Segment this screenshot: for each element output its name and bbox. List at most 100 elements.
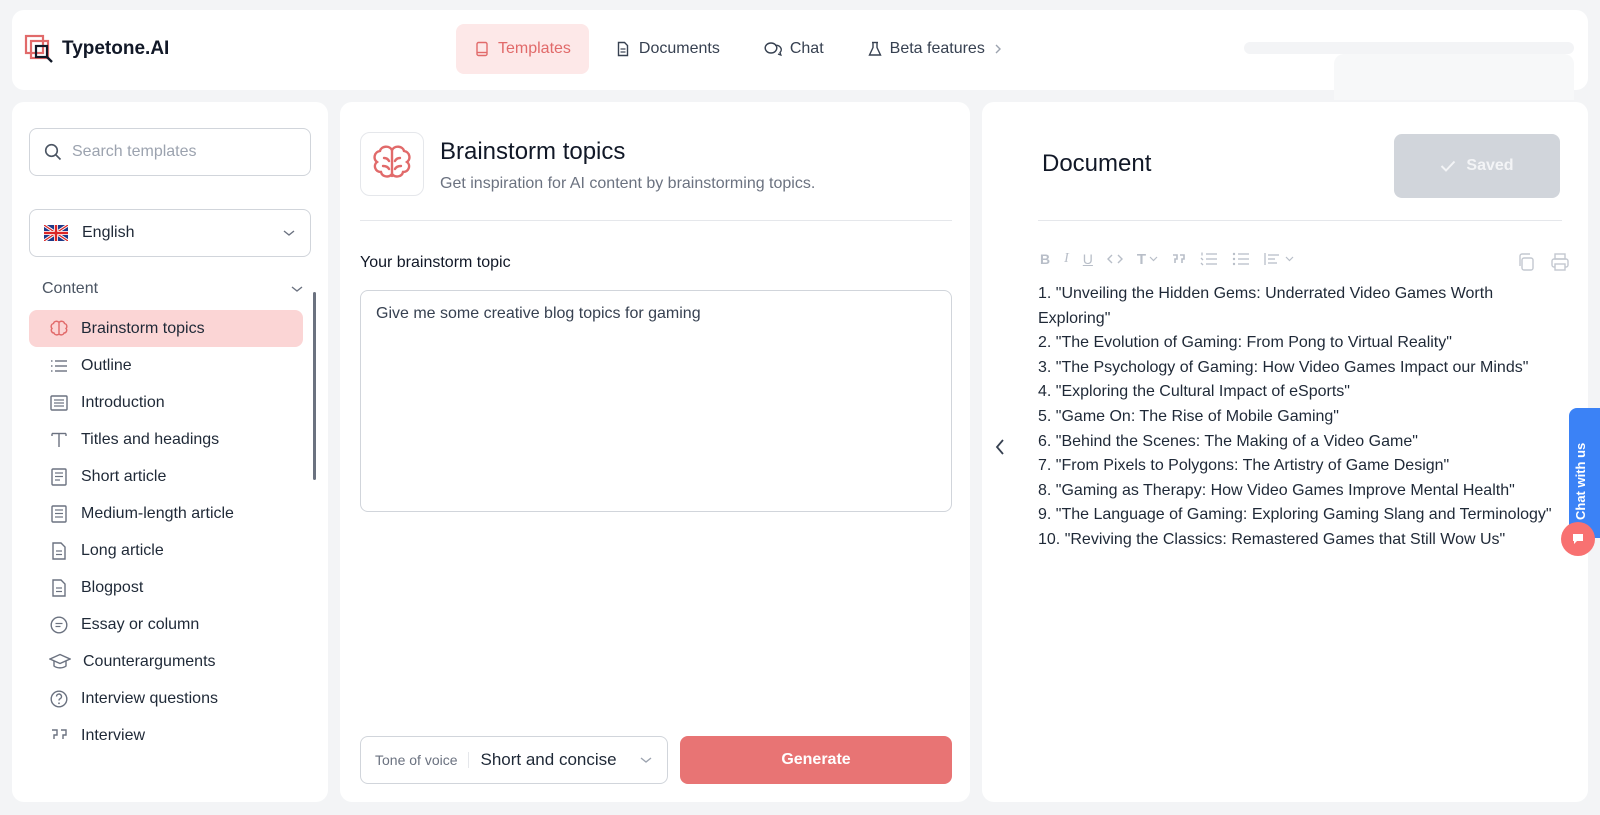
align-icon[interactable]	[1264, 248, 1294, 270]
template-title: Brainstorm topics	[440, 138, 626, 165]
file-icon	[52, 578, 66, 597]
document-line: 7. "From Pixels to Polygons: The Artistr…	[1038, 457, 1450, 475]
chat-with-us-label: Chat with us	[1573, 442, 1588, 520]
book-icon	[476, 41, 488, 57]
sidebar-item-label: Titles and headings	[81, 430, 220, 448]
sidebar-item-label: Counterarguments	[83, 652, 216, 670]
chat-with-us-tab[interactable]: Chat with us	[1569, 408, 1600, 538]
sidebar-item-label: Outline	[81, 356, 132, 374]
chat-bubble-button[interactable]	[1561, 522, 1595, 556]
sidebar-item-label: Medium-length article	[81, 504, 234, 522]
collapse-panel-button[interactable]	[994, 438, 1006, 461]
document-line: 8. "Gaming as Therapy: How Video Games I…	[1038, 481, 1515, 499]
sidebar-item-long-article[interactable]: Long article	[29, 532, 303, 569]
speech-icon	[50, 615, 68, 634]
ordered-list-icon[interactable]	[1200, 248, 1218, 270]
sidebar-item-medium-length-article[interactable]: Medium-length article	[29, 495, 303, 532]
underline-icon[interactable]: U	[1083, 248, 1093, 270]
generate-button[interactable]: Generate	[680, 736, 952, 784]
brainstorm-topic-input[interactable]: Give me some creative blog topics for ga…	[360, 290, 952, 512]
tone-of-voice-label: Tone of voice	[375, 752, 469, 768]
section-label: Content	[42, 280, 99, 297]
bold-icon[interactable]: B	[1040, 248, 1050, 270]
chat-icon	[764, 42, 782, 57]
list-icon	[51, 359, 67, 372]
sidebar-item-short-article[interactable]: Short article	[29, 458, 303, 495]
brand-name: Typetone.AI	[62, 38, 170, 59]
sidebar-item-introduction[interactable]: Introduction	[29, 384, 303, 421]
italic-icon[interactable]: I	[1064, 248, 1069, 270]
tone-of-voice-value: Short and concise	[480, 750, 617, 769]
sidebar-item-outline[interactable]: Outline	[29, 347, 303, 384]
sidebar-item-interview-questions[interactable]: Interview questions	[29, 680, 303, 717]
chevron-down-icon	[640, 757, 652, 763]
brain-icon	[50, 320, 68, 336]
sidebar-item-label: Short article	[81, 467, 167, 485]
sidebar-item-blogpost[interactable]: Blogpost	[29, 569, 303, 606]
quote-icon	[52, 728, 67, 739]
chevron-down-icon	[283, 230, 295, 236]
article-icon	[51, 467, 67, 486]
sidebar-scrollbar[interactable]	[313, 292, 316, 480]
search-icon	[44, 143, 62, 161]
document-body[interactable]: 1. "Unveiling the Hidden Gems: Underrate…	[1038, 282, 1558, 553]
sidebar-item-counterarguments[interactable]: Counterarguments	[29, 643, 303, 680]
nav-label: Documents	[638, 40, 720, 57]
nav-label: Chat	[789, 40, 824, 57]
print-icon[interactable]	[1550, 252, 1570, 277]
question-icon	[50, 689, 68, 708]
blockquote-icon[interactable]	[1172, 248, 1186, 270]
sidebar-item-label: Interview questions	[81, 689, 218, 707]
flask-icon	[868, 41, 882, 56]
sidebar-item-essay-or-column[interactable]: Essay or column	[29, 606, 303, 643]
sidebar-item-brainstorm-topics[interactable]: Brainstorm topics	[29, 310, 303, 347]
sidebar-item-interview[interactable]: Interview	[29, 717, 303, 754]
chevron-left-icon	[995, 439, 1004, 455]
article-icon	[51, 504, 67, 523]
code-icon[interactable]	[1106, 248, 1123, 270]
search-box[interactable]	[29, 128, 311, 176]
file-icon	[52, 541, 66, 560]
document-line: 10. "Reviving the Classics: Remastered G…	[1038, 530, 1506, 548]
graduation-cap-icon	[49, 653, 71, 669]
language-select[interactable]: English	[29, 209, 311, 257]
nav-chat[interactable]: Chat	[746, 24, 842, 74]
document-line: 4. "Exploring the Cultural Impact of eSp…	[1038, 383, 1350, 401]
sidebar-item-label: Long article	[81, 541, 164, 559]
nav-label: Beta features	[889, 40, 985, 57]
document-icon	[617, 41, 629, 57]
nav-label: Templates	[498, 40, 571, 57]
template-list: Brainstorm topics Outline Introduction T…	[29, 310, 303, 754]
saved-button[interactable]: Saved	[1394, 134, 1560, 198]
document-line: 6. "Behind the Scenes: The Making of a V…	[1038, 432, 1418, 450]
sidebar-item-label: Blogpost	[81, 578, 144, 596]
sidebar-item-label: Brainstorm topics	[81, 319, 205, 337]
chevron-right-icon	[995, 44, 1001, 54]
document-panel: Document Saved B I U T 1. "Unveiling the…	[982, 102, 1588, 802]
document-actions	[1516, 252, 1570, 277]
typetone-logo-icon	[24, 34, 53, 63]
sidebar-item-label: Introduction	[81, 393, 165, 411]
sidebar-item-titles-and-headings[interactable]: Titles and headings	[29, 421, 303, 458]
uk-flag-icon	[44, 225, 68, 241]
nav-templates[interactable]: Templates	[456, 24, 589, 74]
main-nav: Templates Documents Chat Beta features	[456, 24, 1021, 74]
nav-documents[interactable]: Documents	[597, 24, 738, 74]
search-input[interactable]	[72, 143, 292, 161]
brainstorm-topic-label: Your brainstorm topic	[360, 254, 511, 271]
blurred-placeholder	[1334, 54, 1574, 100]
document-line: 2. "The Evolution of Gaming: From Pong t…	[1038, 334, 1452, 352]
text-style-icon[interactable]: T	[1137, 248, 1158, 270]
template-subtitle: Get inspiration for AI content by brains…	[440, 175, 816, 192]
tone-of-voice-select[interactable]: Tone of voice Short and concise	[360, 736, 668, 784]
section-content-toggle[interactable]: Content	[42, 280, 304, 298]
text-icon	[51, 432, 67, 447]
logo[interactable]: Typetone.AI	[24, 34, 169, 64]
nav-beta-features[interactable]: Beta features	[850, 24, 1021, 74]
copy-icon[interactable]	[1516, 252, 1536, 277]
format-toolbar: B I U T	[1040, 248, 1294, 270]
top-bar: Typetone.AI Templates Documents Chat Bet…	[12, 10, 1588, 100]
document-title: Document	[1042, 150, 1152, 177]
language-label: English	[82, 224, 135, 241]
bullet-list-icon[interactable]	[1232, 248, 1250, 270]
